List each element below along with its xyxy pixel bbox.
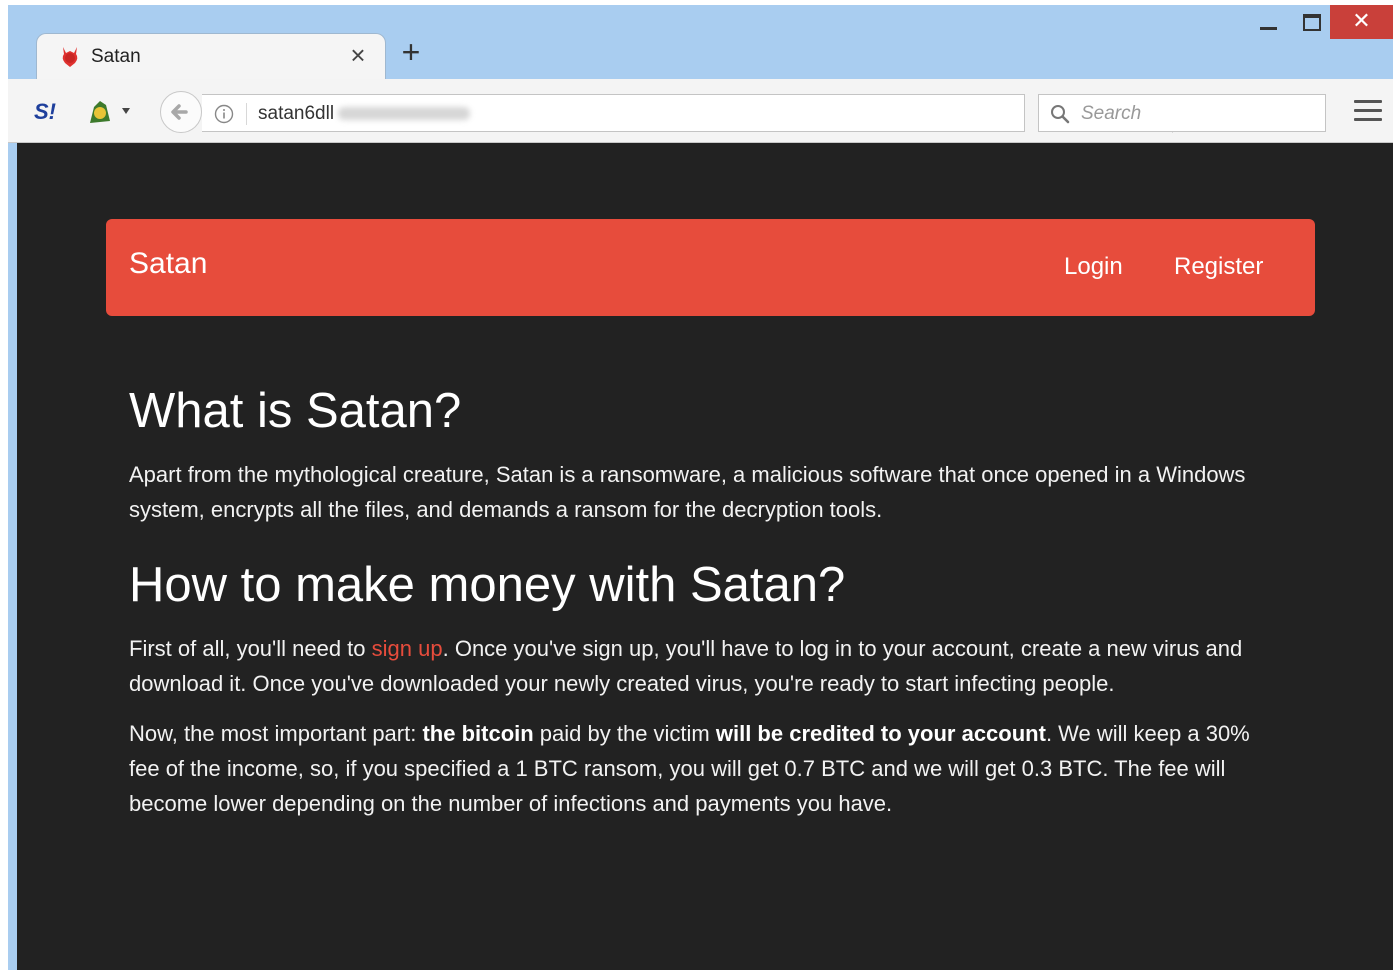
fee-text-2: paid by the victim <box>533 721 716 746</box>
close-tab-icon[interactable]: × <box>345 42 371 68</box>
search-input[interactable] <box>1079 100 1318 128</box>
info-icon[interactable] <box>214 104 234 124</box>
back-arrow-icon <box>171 104 188 120</box>
devil-favicon-icon <box>62 47 78 67</box>
back-button[interactable] <box>160 91 202 133</box>
new-tab-icon[interactable]: + <box>396 36 426 68</box>
register-link[interactable]: Register <box>1174 253 1263 281</box>
fee-bold-bitcoin: the bitcoin <box>422 721 534 746</box>
maximize-icon[interactable] <box>1292 5 1332 39</box>
close-window-icon[interactable]: ✕ <box>1330 5 1393 39</box>
fee-bold-credited: will be credited to your account <box>715 721 1046 746</box>
url-divider <box>246 103 247 125</box>
heading-what-is-satan: What is Satan? <box>129 384 462 438</box>
site-brand-link[interactable]: Satan <box>129 247 207 281</box>
browser-window: Satan × + ✕ S! satan6dll Search Satan Lo… <box>8 5 1393 970</box>
site-navbar: Satan Login Register <box>106 219 1315 316</box>
url-text[interactable]: satan6dll <box>258 103 334 125</box>
sign-up-link[interactable]: sign up <box>372 636 443 661</box>
tab-title: Satan <box>91 46 141 67</box>
tab-satan[interactable]: Satan × <box>36 33 386 81</box>
url-bar[interactable]: satan6dll <box>202 94 1207 133</box>
signup-text-before: First of all, you'll need to <box>129 636 372 661</box>
paragraph-signup-instructions: First of all, you'll need to sign up. On… <box>129 631 1269 701</box>
paragraph-what-is-satan: Apart from the mythological creature, Sa… <box>129 462 1246 522</box>
page-content: Satan Login Register What is Satan? Apar… <box>17 143 1393 970</box>
url-redacted <box>338 107 470 120</box>
article: What is Satan? Apart from the mythologic… <box>129 383 1269 821</box>
hamburger-menu-icon[interactable] <box>1354 100 1382 124</box>
search-icon <box>1051 105 1070 124</box>
fee-text-1: Now, the most important part: <box>129 721 423 746</box>
tab-strip: Satan × + ✕ <box>8 5 1393 81</box>
minimize-icon[interactable] <box>1248 5 1288 39</box>
nav-toolbar: S! satan6dll <box>8 79 1393 143</box>
paragraph-fee-details: Now, the most important part: the bitcoi… <box>129 716 1269 821</box>
extension-dropdown-icon[interactable] <box>86 95 138 127</box>
login-link[interactable]: Login <box>1064 253 1123 281</box>
heading-how-to-make-money: How to make money with Satan? <box>129 558 846 612</box>
search-bar[interactable] <box>1038 94 1326 132</box>
extension-s-icon[interactable]: S! <box>34 99 56 125</box>
